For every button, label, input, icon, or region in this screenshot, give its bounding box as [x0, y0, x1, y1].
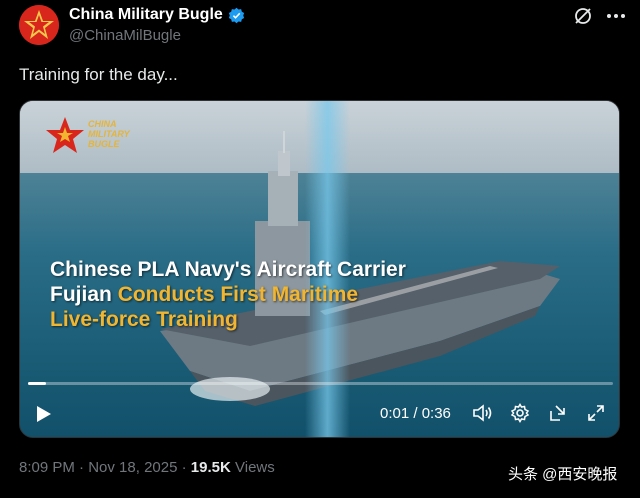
author-handle[interactable]: @ChinaMilBugle: [69, 27, 181, 44]
video-player[interactable]: CHINA MILITARY BUGLE Chinese PLA Navy's …: [19, 100, 620, 438]
headline-gold-1: Conducts First Maritime: [117, 283, 359, 306]
video-progress-fill: [28, 382, 46, 385]
headline-line-3: Live-force Training: [50, 308, 238, 331]
tweet-meta: 8:09 PM · Nov 18, 2025 · 19.5K Views: [19, 459, 275, 476]
more-options-icon[interactable]: [607, 14, 625, 18]
video-headline: Chinese PLA Navy's Aircraft Carrier Fuji…: [50, 257, 406, 332]
verified-badge-icon: [228, 7, 244, 23]
tweet-time[interactable]: 8:09 PM: [19, 459, 75, 476]
channel-logo-text: CHINA MILITARY BUGLE: [88, 119, 130, 149]
tweet-date[interactable]: Nov 18, 2025: [88, 459, 177, 476]
author-name[interactable]: China Military Bugle: [69, 6, 223, 24]
picture-in-picture-icon[interactable]: [548, 403, 568, 423]
volume-icon[interactable]: [472, 403, 494, 423]
avatar[interactable]: [19, 5, 59, 45]
views-count: 19.5K: [190, 459, 231, 476]
video-time: 0:01 / 0:36: [380, 405, 451, 422]
headline-line-1: Chinese PLA Navy's Aircraft Carrier: [50, 258, 406, 281]
star-logo-icon: [19, 5, 59, 45]
tweet-text: Training for the day...: [19, 65, 178, 84]
video-controls: 0:01 / 0:36: [20, 397, 619, 427]
channel-logo-icon: [46, 117, 84, 153]
views-label: Views: [235, 459, 275, 476]
fullscreen-icon[interactable]: [586, 403, 606, 423]
grok-icon[interactable]: [573, 6, 593, 26]
watermark: 头条 @西安晚报: [508, 466, 618, 483]
settings-gear-icon[interactable]: [510, 403, 530, 423]
play-icon[interactable]: [36, 405, 52, 423]
headline-fujian: Fujian: [50, 283, 112, 306]
video-progress-bar[interactable]: [28, 382, 613, 385]
